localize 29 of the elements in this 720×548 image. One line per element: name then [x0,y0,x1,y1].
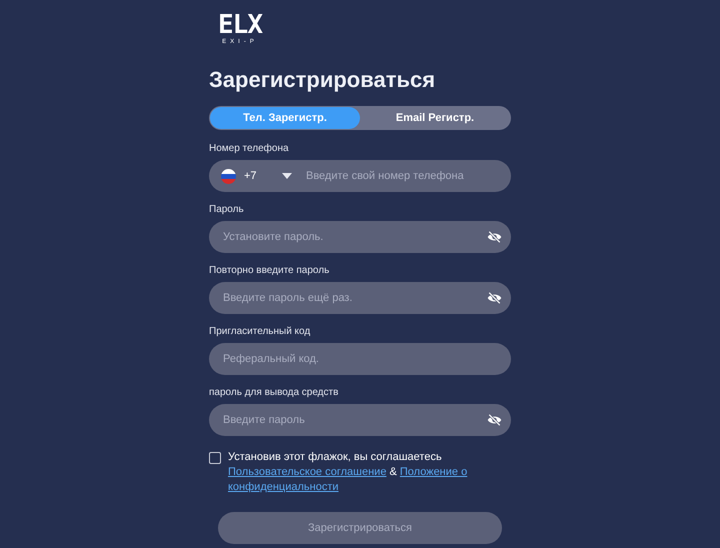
input-field[interactable]: Реферальный код. [221,353,502,365]
link[interactable]: Положение о [400,466,468,478]
eye-slash-icon[interactable] [487,414,502,426]
page-title: Зарегистрироваться [209,66,436,94]
link[interactable]: Пользовательское соглашение [228,466,386,478]
input-field[interactable]: Введите пароль [221,414,487,426]
field-label: Пароль [209,203,245,217]
input-field[interactable]: Введите свой номер телефона [304,170,502,182]
text-field[interactable]: Установите пароль. [209,221,511,253]
input-field[interactable]: Установите пароль. [221,231,487,243]
flag-icon [221,168,236,184]
caret-icon[interactable] [282,173,292,179]
text-field[interactable]: Введите пароль [209,404,511,436]
field-label: пароль для вывода средств [209,386,340,400]
agreement-text: Установив этот флажок, вы соглашаетесь Пользовательское соглашение & Положение о конфиденциальности [228,450,468,495]
tab[interactable]: Тел. Зарегистр. [210,107,360,129]
text-field[interactable]: +7 Введите свой номер телефона [209,160,511,192]
field-label: Повторно введите пароль [209,264,330,278]
eye-slash-icon[interactable] [487,231,502,243]
text-field[interactable]: Реферальный код. [209,343,511,375]
country-code[interactable]: +7 [244,170,282,182]
field-label: Пригласительный код [209,325,312,339]
eye-slash-icon[interactable] [487,292,502,304]
checkbox[interactable] [209,452,221,464]
link[interactable]: конфиденциальности [228,481,339,493]
text-field[interactable]: Введите пароль ещё раз. [209,282,511,314]
field-label: Номер телефона [209,142,290,156]
tab[interactable]: Email Регистр. [360,107,510,129]
input-field[interactable]: Введите пароль ещё раз. [221,292,487,304]
